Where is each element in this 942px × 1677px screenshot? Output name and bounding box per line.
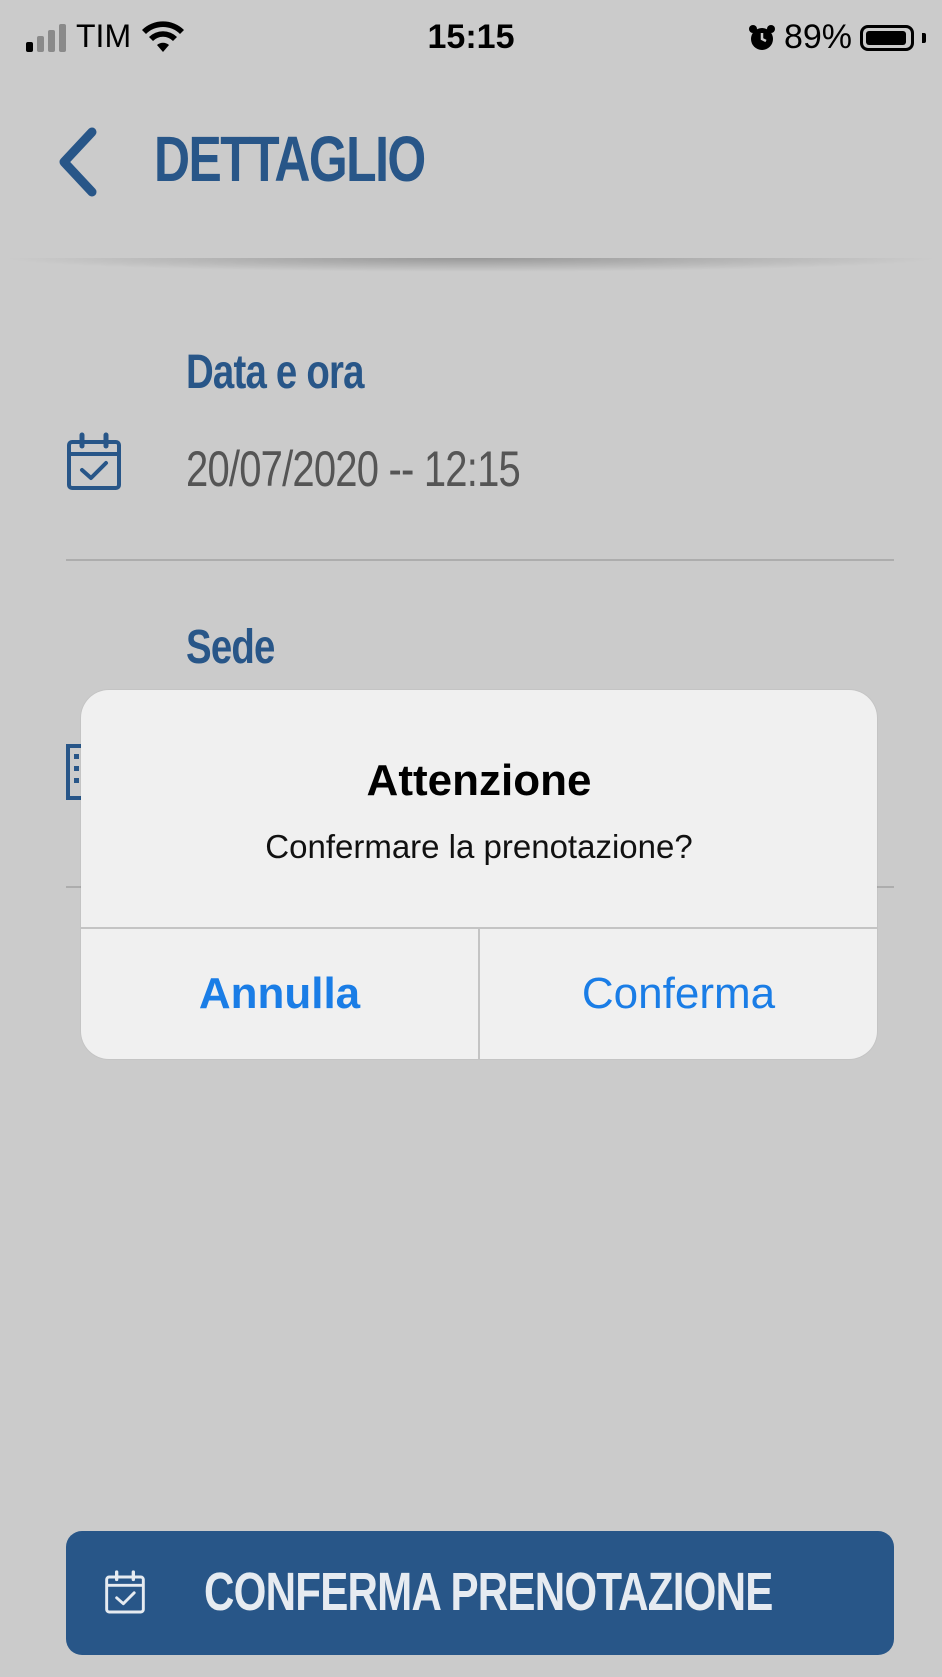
- page-title: DETTAGLIO: [154, 123, 426, 195]
- chevron-left-icon: [59, 127, 97, 197]
- status-right: 89%: [748, 18, 926, 57]
- date-section-value: 20/07/2020 -- 12:15: [186, 441, 521, 497]
- cancel-button[interactable]: Annulla: [81, 929, 478, 1059]
- alarm-icon: [748, 24, 775, 50]
- alert-message: Confermare la prenotazione?: [265, 828, 693, 865]
- battery-percent: 89%: [783, 18, 852, 56]
- battery-icon: [860, 24, 914, 51]
- confirm-button[interactable]: Conferma: [480, 929, 877, 1059]
- confirm-booking-button[interactable]: CONFERMA PRENOTAZIONE: [66, 1531, 894, 1655]
- back-button[interactable]: [50, 122, 110, 202]
- confirm-alert-dialog: Attenzione Confermare la prenotazione? A…: [81, 690, 877, 1059]
- status-bar: TIM 15:15 89%: [0, 0, 942, 80]
- header-shadow: [0, 258, 942, 272]
- divider: [66, 559, 894, 561]
- battery-tip: [922, 32, 926, 43]
- calendar-check-icon: [105, 1570, 145, 1614]
- alert-title: Attenzione: [366, 756, 592, 805]
- calendar-check-icon: [67, 432, 121, 490]
- date-section-title: Data e ora: [186, 346, 364, 399]
- nav-header: DETTAGLIO: [0, 100, 942, 265]
- location-section-title: Sede: [186, 621, 275, 674]
- confirm-booking-label: CONFERMA PRENOTAZIONE: [204, 1562, 773, 1622]
